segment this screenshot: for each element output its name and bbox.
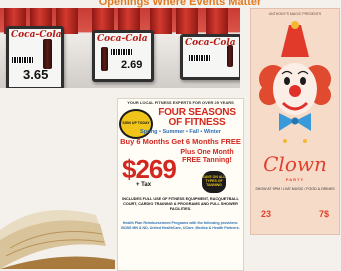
shelf-label-photo: Coca-Cola 3.65 Coca-Cola 2.69 Coca-Cola xyxy=(0,8,240,88)
barcode-icon xyxy=(189,55,211,61)
shelf-label-2: Coca-Cola 2.69 xyxy=(92,30,154,82)
poster-price: 7$ xyxy=(318,209,329,219)
flyer-tax: + Tax xyxy=(136,182,152,188)
poster-info: SHOW AT 9PM / LIVE MUSIC / FOOD & DRINKS xyxy=(255,187,335,191)
fitness-flyer: YOUR LOCAL FITNESS EXPERTS FOR OVER 25 Y… xyxy=(117,98,244,271)
label-brand: Coca-Cola xyxy=(97,34,148,44)
page-header-title: Openings Where Events Matter xyxy=(98,0,262,8)
shelf-label-3: Coca-Cola xyxy=(180,34,240,80)
flyer-footer: Health Plan Reimbursement Programs with … xyxy=(121,221,240,230)
clown-face-icon xyxy=(259,21,331,143)
flyer-seasons: Spring • Summer • Fall • Winter xyxy=(140,129,221,135)
shelf-label-1: Coca-Cola 3.65 xyxy=(6,26,64,88)
poster-date: 23 xyxy=(261,209,272,219)
poster-title: Clown xyxy=(263,152,327,176)
barcode-icon xyxy=(12,57,34,63)
bottle-icon xyxy=(227,45,233,67)
label-brand: Coca-Cola xyxy=(11,30,62,40)
flyer-tanning-offer: Plus One Month FREE Tanning! xyxy=(180,149,234,164)
label-price: 2.69 xyxy=(121,59,143,71)
flyer-includes: INCLUDES FULL USE OF FITNESS EQUIPMENT, … xyxy=(122,197,239,211)
poster-subtitle: PARTY xyxy=(285,177,305,182)
can-image xyxy=(176,8,198,34)
poster-presenter: ANTHONY'S MAGIC PRESENTS xyxy=(268,12,322,16)
flyer-price: $269 xyxy=(122,154,177,184)
can-image xyxy=(206,8,228,34)
bottle-icon xyxy=(43,39,52,69)
tanning-badge: SAVE ON ALL TYPES OF TANNING xyxy=(202,171,226,193)
clown-poster: ANTHONY'S MAGIC PRESENTS Clown PARTY SHO… xyxy=(250,8,340,235)
flyer-deal: Buy 6 Months Get 6 Months FREE xyxy=(120,137,241,146)
flyer-headline: FOUR SEASONS OF FITNESS xyxy=(158,107,236,128)
bottle-icon xyxy=(101,47,108,71)
barcode-icon xyxy=(111,49,133,55)
open-book-image xyxy=(0,210,115,269)
flyer-tagline: YOUR LOCAL FITNESS EXPERTS FOR OVER 25 Y… xyxy=(127,100,234,105)
label-price: 3.65 xyxy=(23,67,49,82)
